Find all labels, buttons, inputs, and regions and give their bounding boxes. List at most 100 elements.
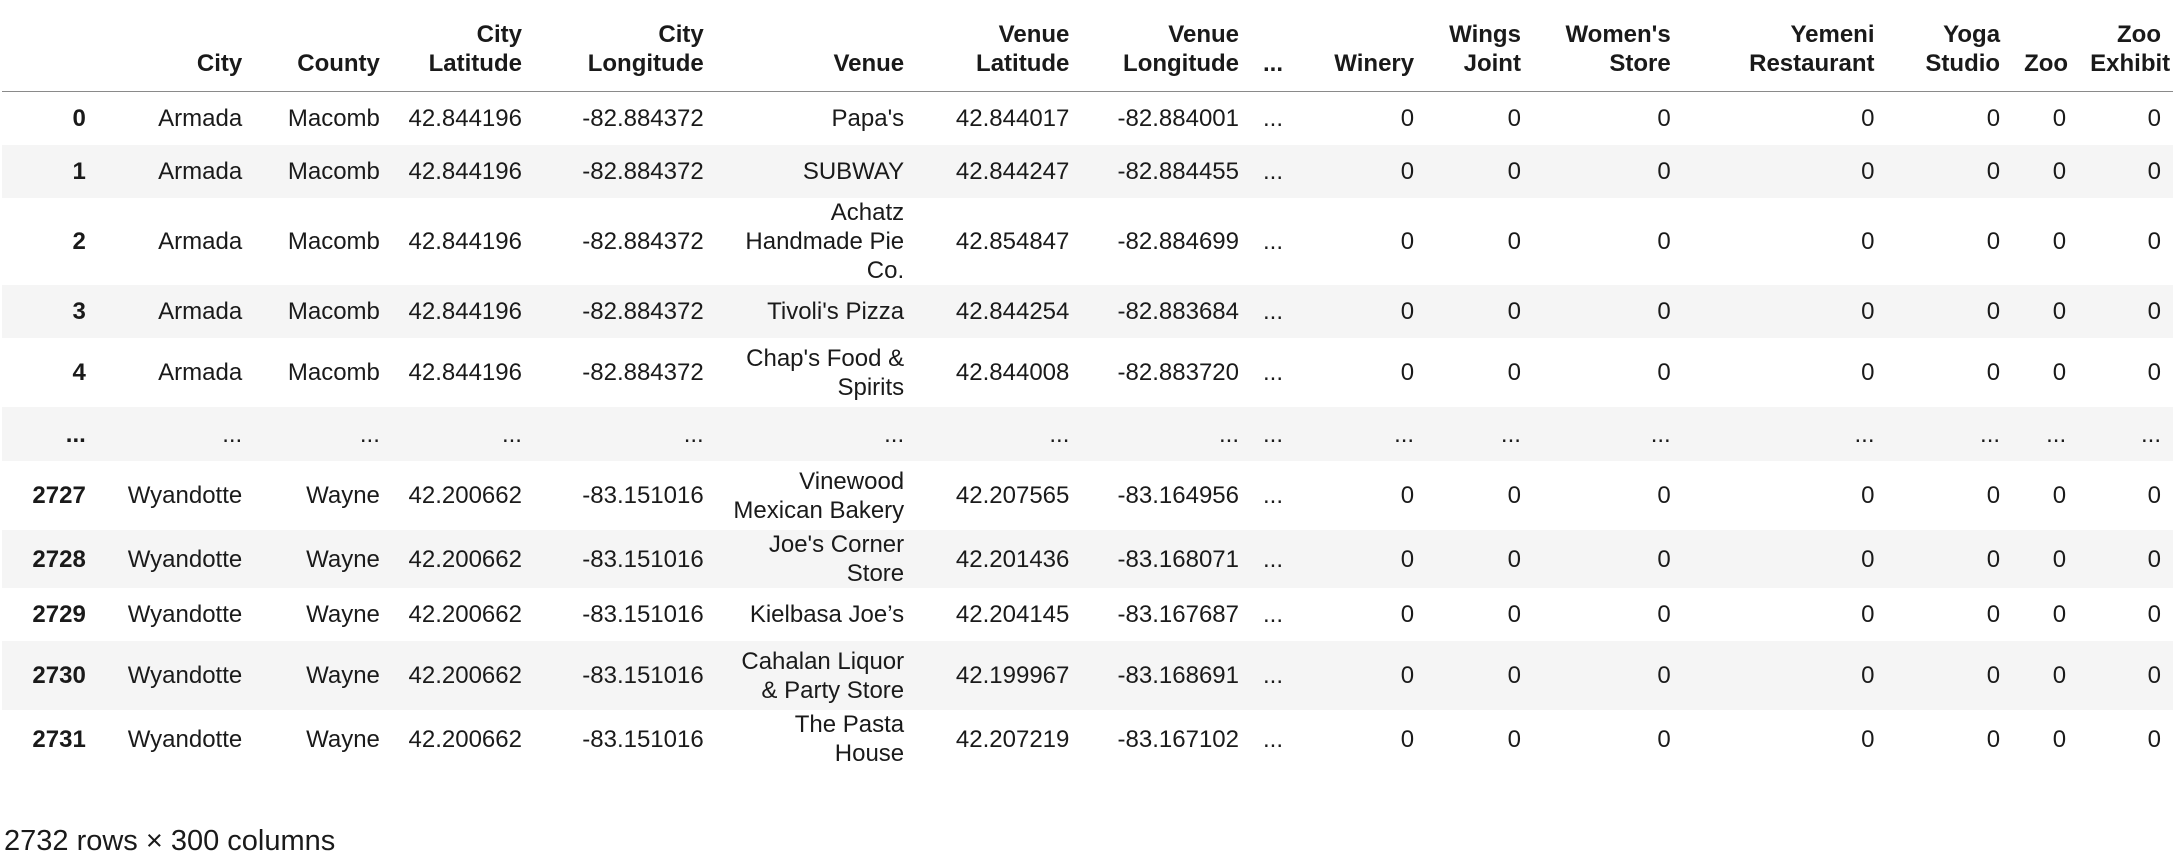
table-cell: 42.199967 (955, 662, 1070, 689)
table-cell: 0 (1986, 545, 2001, 573)
table-cell: 0 (1861, 725, 1875, 753)
table-cell: 0 (2052, 601, 2067, 628)
table-cell: ... (1263, 359, 1284, 386)
table-row: 2 Armada Macomb 42.844196 -82.884372 Ach… (2, 198, 2173, 285)
column-header-wings-joint: Wings Joint (1426, 0, 1533, 92)
table-cell: 0 (1400, 158, 1415, 185)
table-cell: -83.151016 (582, 662, 704, 689)
table-cell: 0 (2052, 662, 2067, 689)
table-cell: 0 (1507, 725, 1521, 753)
dataframe-output: City County City Latitude City Longitude… (0, 0, 2175, 859)
row-index: 2728 (32, 545, 86, 573)
table-cell: ... (1394, 420, 1415, 448)
table-cell: -82.884372 (582, 228, 704, 255)
table-cell: 0 (2147, 725, 2161, 753)
table-cell: 42.200662 (408, 725, 522, 753)
table-cell: Wayne (306, 482, 380, 509)
table-cell: 0 (1507, 298, 1521, 325)
table-cell: Armada (158, 228, 243, 255)
table-cell: Tivoli's Pizza (767, 298, 905, 325)
header-row: City County City Latitude City Longitude… (2, 0, 2173, 92)
table-cell: ... (1650, 420, 1671, 448)
table-cell: 0 (1657, 601, 1671, 628)
table-cell: Wyandotte (127, 601, 243, 628)
table-cell: 0 (1657, 359, 1671, 386)
row-index: 2729 (32, 601, 86, 628)
table-cell: ... (683, 420, 704, 448)
table-row: 1 Armada Macomb 42.844196 -82.884372 SUB… (2, 145, 2173, 198)
table-row-ellipsis: ... ... ... ... ... ... ... ... ... ... … (2, 407, 2173, 461)
row-index: 1 (72, 158, 86, 185)
table-cell: Macomb (287, 158, 380, 185)
table-cell: 0 (1861, 158, 1875, 185)
table-cell: Wyandotte (127, 725, 243, 753)
column-header-ellipsis: ... (1251, 0, 1285, 92)
table-row: 2731 Wyandotte Wayne 42.200662 -83.15101… (2, 710, 2173, 768)
table-cell: ... (884, 420, 905, 448)
column-header-city: City (97, 0, 255, 92)
table-cell: -82.883720 (1117, 359, 1239, 386)
table-cell: 0 (2147, 601, 2161, 628)
table-cell: 0 (1657, 105, 1671, 132)
table-cell: -82.883684 (1117, 298, 1239, 325)
table-cell: -83.151016 (582, 545, 704, 573)
table-cell: 42.844247 (955, 158, 1070, 185)
table-cell: ... (1500, 420, 1521, 448)
table-cell: -82.884372 (582, 105, 704, 132)
table-cell: 0 (1400, 228, 1415, 255)
table-cell: 0 (1657, 228, 1671, 255)
table-cell: 42.854847 (955, 228, 1070, 255)
table-cell: Kielbasa Joe’s (749, 601, 905, 628)
table-cell: ... (359, 420, 380, 448)
table-cell: ... (1049, 420, 1070, 448)
table-cell: 0 (1986, 228, 2001, 255)
table-cell: 42.844008 (955, 359, 1070, 386)
row-index: ... (65, 420, 86, 448)
table-cell: 0 (1986, 482, 2001, 509)
table-cell: 0 (1507, 601, 1521, 628)
table-cell: 0 (2147, 158, 2161, 185)
table-cell: 0 (1861, 298, 1875, 325)
column-header-yemeni-restaurant: Yemeni Restaurant (1682, 0, 1887, 92)
table-row: 2729 Wyandotte Wayne 42.200662 -83.15101… (2, 588, 2173, 641)
table-cell: 0 (2147, 228, 2161, 255)
table-cell: 42.200662 (408, 482, 522, 509)
table-cell: ... (1263, 228, 1284, 255)
table-cell: 42.201436 (955, 545, 1070, 573)
table-cell: 0 (1861, 105, 1875, 132)
table-cell: 0 (2052, 545, 2067, 573)
table-cell: 0 (2147, 105, 2161, 132)
table-cell: 0 (2147, 545, 2161, 573)
table-cell: ... (2046, 420, 2067, 448)
table-cell: 42.207219 (955, 725, 1070, 753)
table-cell: 0 (1400, 359, 1415, 386)
column-header-venue: Venue (715, 0, 917, 92)
column-header-city-latitude: City Latitude (391, 0, 534, 92)
table-cell: ... (501, 420, 522, 448)
table-cell: Wayne (306, 601, 380, 628)
table-cell: ... (1218, 420, 1239, 448)
table-cell: 0 (1657, 662, 1671, 689)
column-header-venue-longitude: Venue Longitude (1081, 0, 1251, 92)
table-cell: 0 (1400, 725, 1415, 753)
table-cell: 42.844196 (408, 105, 522, 132)
table-cell: -83.168691 (1117, 662, 1239, 689)
table-cell: 0 (1657, 482, 1671, 509)
table-row: 0 Armada Macomb 42.844196 -82.884372 Pap… (2, 92, 2173, 146)
table-cell: 0 (2147, 662, 2161, 689)
row-index: 2 (72, 228, 86, 255)
table-cell: Macomb (287, 359, 380, 386)
table-cell: 42.844196 (408, 228, 522, 255)
table-cell: 0 (2147, 482, 2161, 509)
table-cell: 0 (1507, 228, 1521, 255)
table-cell: 0 (1861, 359, 1875, 386)
table-cell: 0 (1986, 601, 2001, 628)
table-cell: ... (1263, 601, 1284, 628)
table-cell: 0 (1657, 298, 1671, 325)
table-cell: 0 (1507, 482, 1521, 509)
table-body: 0 Armada Macomb 42.844196 -82.884372 Pap… (2, 92, 2173, 769)
table-cell: 0 (1861, 482, 1875, 509)
column-header-yoga-studio: Yoga Studio (1886, 0, 2013, 92)
table-cell: Wayne (306, 662, 380, 689)
table-cell: 0 (1861, 662, 1875, 689)
